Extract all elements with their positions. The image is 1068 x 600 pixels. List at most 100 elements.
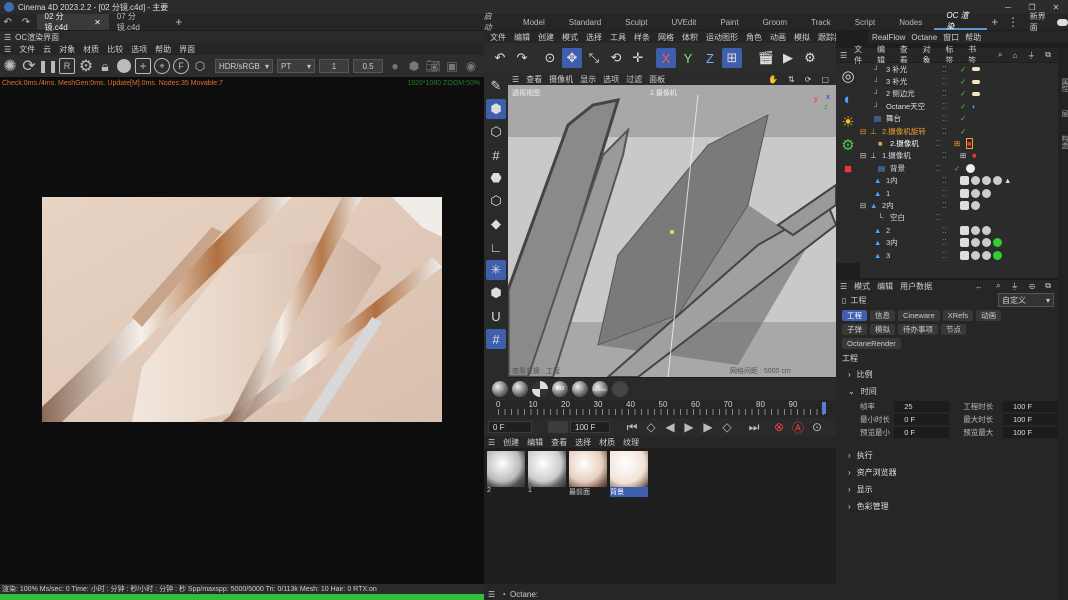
layout-tab-standard[interactable]: Standard xyxy=(557,14,613,30)
play-icon[interactable]: ▶ xyxy=(681,419,697,435)
vp-menu-options[interactable]: 选项 xyxy=(603,74,619,85)
pan-icon[interactable]: ✋ xyxy=(768,75,778,84)
object-row[interactable]: ┘ 2 侧边光 ⁚⁚ ✓ xyxy=(860,88,1058,100)
specular-ball-icon[interactable] xyxy=(532,381,548,397)
move-tool-icon[interactable]: ✥ xyxy=(562,48,582,68)
visibility-dots[interactable]: ⁚⁚ xyxy=(942,176,960,185)
filter-icon[interactable]: ⏚ xyxy=(1027,50,1035,61)
go-to-end-icon[interactable]: ⏭ xyxy=(746,419,762,435)
go-to-start-icon[interactable]: ⏮ xyxy=(624,419,640,435)
visibility-dots[interactable]: ⁚⁚ xyxy=(942,127,960,136)
move-view-icon[interactable]: ⇅ xyxy=(788,75,795,84)
options-icon[interactable]: ◉ xyxy=(463,58,479,74)
visibility-dots[interactable]: ⁚⁚ xyxy=(942,114,960,123)
object-row[interactable]: ⊟ ▲ 2内 ⁚⁚ xyxy=(860,199,1058,211)
visibility-dots[interactable]: ⁚⁚ xyxy=(936,139,954,148)
target-tag-icon[interactable]: ⊞ xyxy=(954,139,966,148)
section-execute[interactable]: › 执行 xyxy=(836,447,1058,464)
vp-menu-cameras[interactable]: 摄像机 xyxy=(549,74,573,85)
vp-menu-filter[interactable]: 过滤 xyxy=(626,74,642,85)
side-tab-layers[interactable]: 层 xyxy=(1059,110,1068,117)
menu-icon[interactable]: ☰ xyxy=(512,75,519,84)
fps-field[interactable]: 25 xyxy=(894,401,950,412)
object-row[interactable]: ▤ 背景 ⁚⁚ ✓ xyxy=(860,162,1058,174)
close-icon[interactable]: ✕ xyxy=(94,18,101,27)
scale-tool-icon[interactable]: ⤡ xyxy=(584,48,604,68)
object-row[interactable]: ┘ 3 补光 ⁚⁚ ✓ xyxy=(860,63,1058,75)
current-frame-field[interactable]: 0 F xyxy=(488,421,532,433)
layout-tab-script[interactable]: Script xyxy=(843,14,887,30)
camera-red-icon[interactable]: ■ xyxy=(838,158,858,178)
cube-icon[interactable]: ⬢ xyxy=(486,99,506,119)
pen-tool-icon[interactable]: ✎ xyxy=(486,76,506,96)
menu-icon[interactable]: ☰ xyxy=(4,33,11,42)
filter-icon[interactable]: F xyxy=(173,58,189,74)
preview-min-field[interactable]: 0 F xyxy=(894,427,950,438)
workplane-icon[interactable]: ⬢ xyxy=(486,283,506,303)
material-tag-icon[interactable] xyxy=(971,188,980,198)
mat-menu-view[interactable]: 查看 xyxy=(551,437,567,448)
visibility-dots[interactable]: ⁚⁚ xyxy=(942,151,960,160)
menu-icon[interactable]: ☰ xyxy=(840,282,847,291)
pause-icon[interactable]: ❚❚ xyxy=(38,58,58,74)
settings-gear-icon[interactable]: ⚙ xyxy=(78,58,94,75)
visibility-dots[interactable]: ⁚⁚ xyxy=(942,189,960,198)
next-frame-icon[interactable]: ▶ xyxy=(700,419,716,435)
layout-tab-start[interactable]: 启动 xyxy=(472,12,511,32)
material-tag-icon[interactable] xyxy=(982,188,991,198)
attr-menu-mode[interactable]: 模式 xyxy=(854,281,870,292)
object-row[interactable]: ⊟ ⊥ 1.摄像机 ⁚⁚ ⊞ ■ xyxy=(860,150,1058,162)
filter-icon[interactable]: ⏚ xyxy=(1011,281,1019,292)
mat-menu-edit[interactable]: 编辑 xyxy=(527,437,543,448)
back-arrow-icon[interactable]: ← xyxy=(975,282,983,291)
mix-material-icon[interactable]: MIX xyxy=(552,381,568,397)
mat-menu-create[interactable]: 创建 xyxy=(503,437,519,448)
attr-menu-userdata[interactable]: 用户数据 xyxy=(900,281,932,292)
oc-menu-help[interactable]: 帮助 xyxy=(155,44,171,55)
coord-system-icon[interactable]: ⊞ xyxy=(722,48,742,68)
layout-tab-groom[interactable]: Groom xyxy=(751,14,799,30)
menu-mode[interactable]: 模式 xyxy=(562,32,578,43)
save-image-icon[interactable]: ▣ xyxy=(444,58,460,74)
render-settings-icon[interactable]: ⚙ xyxy=(800,48,820,68)
tab-bullet[interactable]: 子弹 xyxy=(842,323,867,335)
uv-tag-icon[interactable] xyxy=(960,176,969,186)
lock-icon[interactable]: 🔒︎ xyxy=(97,58,113,74)
record-icon[interactable]: ⊗ xyxy=(771,419,787,435)
target-tag-icon[interactable]: ⊞ xyxy=(960,151,972,160)
lock-icon[interactable]: ⊝ xyxy=(1029,282,1036,291)
uv-tag-icon[interactable] xyxy=(960,225,969,235)
doc-tab-1[interactable]: 02 分镜.c4d ✕ xyxy=(36,12,109,32)
camera-tag-icon[interactable]: ■ xyxy=(966,138,973,150)
vp-menu-display[interactable]: 显示 xyxy=(580,74,596,85)
tonemap-select[interactable]: HDR/sRGB ▾ xyxy=(215,59,273,73)
add-tab-icon[interactable]: + xyxy=(171,14,186,30)
tab-octanerender[interactable]: OctaneRender xyxy=(842,337,901,349)
polygon-icon[interactable]: ⬡ xyxy=(486,191,506,211)
pick-focus-icon[interactable]: ⌖ xyxy=(154,58,170,74)
menu-window[interactable]: 窗口 xyxy=(943,32,959,43)
render-image[interactable] xyxy=(42,197,442,422)
section-display[interactable]: › 显示 xyxy=(836,481,1058,498)
menu-simulate[interactable]: 模拟 xyxy=(794,32,810,43)
tab-todo[interactable]: 待办事项 xyxy=(898,323,938,335)
preview-max-field[interactable]: 100 F xyxy=(1002,427,1058,438)
rotate-tool-icon[interactable]: ⟲ xyxy=(606,48,626,68)
material-tag-icon[interactable] xyxy=(971,238,980,248)
section-time[interactable]: ⌄ 时间 xyxy=(836,383,1058,400)
uv-tag-icon[interactable] xyxy=(960,250,969,260)
material-tag-icon[interactable] xyxy=(971,250,980,260)
menu-help[interactable]: 帮助 xyxy=(965,32,981,43)
render-view-icon[interactable]: 🎬︎ xyxy=(756,48,776,68)
oc-menu-compare[interactable]: 比较 xyxy=(107,44,123,55)
light-tag-icon[interactable] xyxy=(972,91,980,96)
visibility-dots[interactable]: ⁚⁚ xyxy=(942,251,960,260)
axis-x-toggle[interactable]: X xyxy=(656,48,676,68)
frame-range-slider[interactable] xyxy=(548,421,568,433)
material-swatch[interactable]: 背景 xyxy=(610,451,648,497)
menu-file[interactable]: 文件 xyxy=(490,32,506,43)
menu-animate[interactable]: 动画 xyxy=(770,32,786,43)
search-icon[interactable]: ⌕ xyxy=(998,50,1002,60)
visibility-dots[interactable]: ⁚⁚ xyxy=(936,164,954,173)
material-tag-icon[interactable] xyxy=(982,250,991,260)
